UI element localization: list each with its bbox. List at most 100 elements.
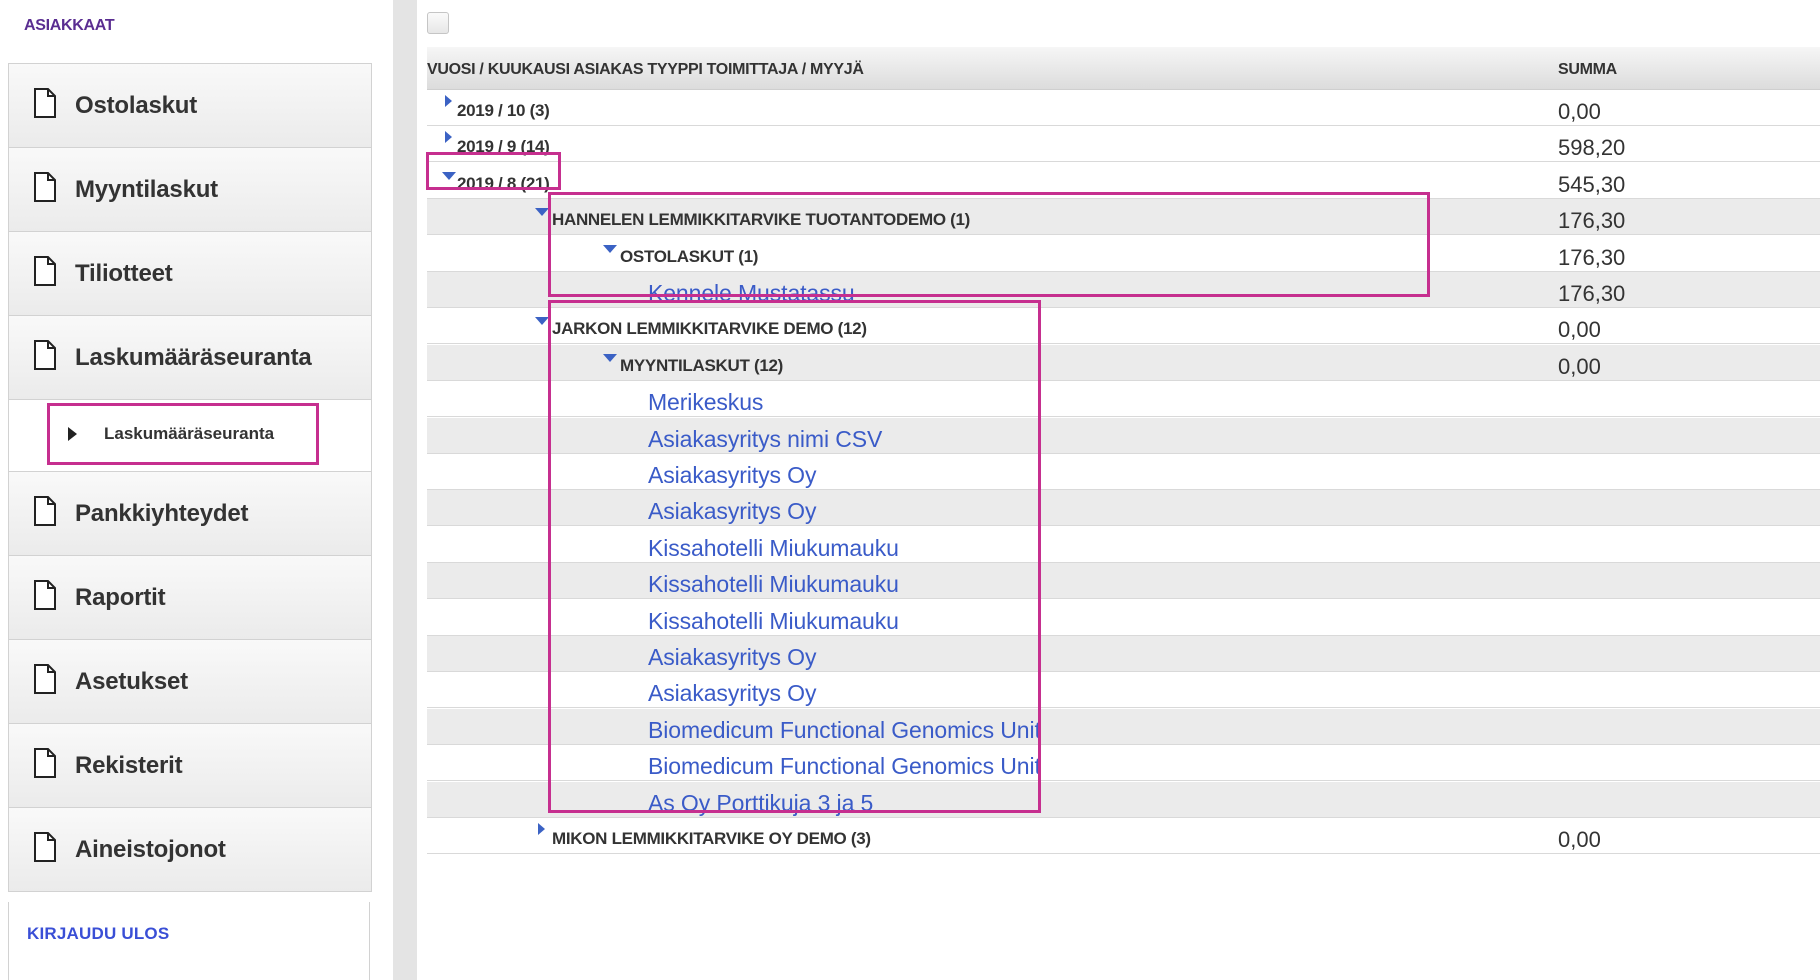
- sidebar-item-tiliotteet[interactable]: Tiliotteet: [9, 232, 371, 316]
- expanded-triangle-icon[interactable]: [603, 352, 619, 368]
- row-sum: 0,00: [1558, 354, 1601, 379]
- row-sum: 545,30: [1558, 172, 1626, 197]
- document-icon: [33, 340, 75, 375]
- sidebar-item-pankkiyhteydet[interactable]: Pankkiyhteydet: [9, 472, 371, 556]
- tree-row-invoice: Merikeskus: [427, 381, 1820, 417]
- column-header-sum[interactable]: SUMMA: [1558, 61, 1617, 79]
- sidebar-item-asetukset[interactable]: Asetukset: [9, 640, 371, 724]
- invoice-party-link[interactable]: Kissahotelli Miukumauku: [648, 571, 899, 598]
- toolbar-checkbox[interactable]: [427, 12, 449, 34]
- tree-node-label[interactable]: 2019 / 8 (21): [457, 174, 550, 194]
- document-icon: [33, 832, 75, 867]
- sidebar-subitem-label: Laskumääräseuranta: [104, 424, 275, 443]
- tree-node-label[interactable]: OSTOLASKUT (1): [620, 247, 758, 267]
- sidebar-item-label: Laskumääräseuranta: [75, 343, 312, 371]
- sidebar-item-label: Myyntilaskut: [75, 175, 218, 203]
- document-icon: [33, 496, 75, 531]
- logout-link[interactable]: KIRJAUDU ULOS: [27, 924, 169, 944]
- sidebar-item-laskumaaraseuranta[interactable]: Laskumääräseuranta: [9, 316, 371, 400]
- row-sum: 0,00: [1558, 827, 1601, 852]
- sidebar-menu: Ostolaskut Myyntilaskut Tiliotteet Laskumää…: [8, 63, 372, 892]
- table-header: VUOSI / KUUKAUSI ASIAKAS TYYPPI TOIMITTA…: [427, 47, 1820, 90]
- invoice-party-link[interactable]: As Oy Porttikuja 3 ja 5: [648, 790, 873, 817]
- expanded-triangle-icon[interactable]: [535, 315, 551, 331]
- sidebar-item-ostolaskut[interactable]: Ostolaskut: [9, 64, 371, 148]
- tree-row-group: HANNELEN LEMMIKKITARVIKE TUOTANTODEMO (1…: [427, 199, 1820, 235]
- sidebar-item-label: Raportit: [75, 583, 166, 611]
- document-icon: [33, 256, 75, 291]
- tree-node-label[interactable]: 2019 / 9 (14): [457, 137, 550, 157]
- row-sum: 0,00: [1558, 317, 1601, 342]
- tree-row-invoice: Asiakasyritys Oy: [427, 490, 1820, 526]
- tree-node-label[interactable]: MIKON LEMMIKKITARVIKE OY DEMO (3): [552, 829, 871, 849]
- invoice-party-link[interactable]: Kissahotelli Miukumauku: [648, 608, 899, 635]
- sidebar-subitem-laskumaaraseuranta[interactable]: Laskumääräseuranta: [47, 403, 319, 465]
- sidebar-item-aineistojonot[interactable]: Aineistojonot: [9, 808, 371, 892]
- tree-row-invoice: Biomedicum Functional Genomics Unit: [427, 709, 1820, 745]
- tree-row-group: MIKON LEMMIKKITARVIKE OY DEMO (3) 0,00: [427, 818, 1820, 854]
- collapsed-triangle-icon[interactable]: [535, 823, 551, 839]
- invoice-party-link[interactable]: Asiakasyritys Oy: [648, 644, 816, 671]
- tree-row-group: 2019 / 9 (14) 598,20: [427, 126, 1820, 162]
- sidebar-item-label: Ostolaskut: [75, 91, 198, 119]
- sidebar-title: ASIAKKAAT: [24, 17, 115, 34]
- expanded-triangle-icon[interactable]: [442, 170, 458, 186]
- invoice-party-link[interactable]: Biomedicum Functional Genomics Unit: [648, 717, 1041, 744]
- invoice-party-link[interactable]: Merikeskus: [648, 389, 763, 416]
- tree-row-invoice: Kennele Mustatassu 176,30: [427, 272, 1820, 308]
- row-sum: 598,20: [1558, 135, 1626, 160]
- tree-row-invoice: Asiakasyritys Oy: [427, 672, 1820, 708]
- sidebar-item-rekisterit[interactable]: Rekisterit: [9, 724, 371, 808]
- invoice-party-link[interactable]: Asiakasyritys nimi CSV: [648, 426, 882, 453]
- tree-row-invoice: Asiakasyritys Oy: [427, 454, 1820, 490]
- tree-row-invoice: Kissahotelli Miukumauku: [427, 527, 1820, 563]
- collapsed-triangle-icon[interactable]: [442, 131, 458, 147]
- tree-row-group: 2019 / 10 (3) 0,00: [427, 90, 1820, 126]
- tree-node-label[interactable]: 2019 / 10 (3): [457, 101, 550, 121]
- document-icon: [33, 748, 75, 783]
- sidebar-item-label: Rekisterit: [75, 751, 183, 779]
- column-header-name[interactable]: VUOSI / KUUKAUSI ASIAKAS TYYPPI TOIMITTA…: [427, 61, 864, 79]
- collapsed-triangle-icon[interactable]: [442, 95, 458, 111]
- report-panel: VUOSI / KUUKAUSI ASIAKAS TYYPPI TOIMITTA…: [426, 0, 1820, 980]
- row-sum: 0,00: [1558, 99, 1601, 124]
- invoice-party-link[interactable]: Asiakasyritys Oy: [648, 462, 816, 489]
- tree-row-invoice: Asiakasyritys nimi CSV: [427, 418, 1820, 454]
- tree-row-invoice: As Oy Porttikuja 3 ja 5: [427, 782, 1820, 818]
- expanded-triangle-icon[interactable]: [603, 243, 619, 259]
- tree-row-group: OSTOLASKUT (1) 176,30: [427, 236, 1820, 272]
- sidebar-item-label: Asetukset: [75, 667, 188, 695]
- document-icon: [33, 172, 75, 207]
- tree-row-invoice: Biomedicum Functional Genomics Unit: [427, 745, 1820, 781]
- row-sum: 176,30: [1558, 245, 1626, 270]
- sidebar-divider: [393, 0, 417, 980]
- tree-node-label[interactable]: MYYNTILASKUT (12): [620, 356, 783, 376]
- tree-row-group: 2019 / 8 (21) 545,30: [427, 163, 1820, 199]
- document-icon: [33, 88, 75, 123]
- sidebar-item-label: Tiliotteet: [75, 259, 173, 287]
- document-icon: [33, 664, 75, 699]
- tree-row-group: JARKON LEMMIKKITARVIKE DEMO (12) 0,00: [427, 308, 1820, 344]
- sidebar-item-label: Aineistojonot: [75, 835, 226, 863]
- sidebar-item-myyntilaskut[interactable]: Myyntilaskut: [9, 148, 371, 232]
- tree-row-invoice: Kissahotelli Miukumauku: [427, 600, 1820, 636]
- row-sum: 176,30: [1558, 281, 1626, 306]
- sidebar-item-raportit[interactable]: Raportit: [9, 556, 371, 640]
- tree-row-invoice: Kissahotelli Miukumauku: [427, 563, 1820, 599]
- tree-node-label[interactable]: JARKON LEMMIKKITARVIKE DEMO (12): [552, 319, 867, 339]
- document-icon: [33, 580, 75, 615]
- invoice-party-link[interactable]: Asiakasyritys Oy: [648, 498, 816, 525]
- sidebar-submenu: Laskumääräseuranta: [9, 400, 371, 472]
- row-sum: 176,30: [1558, 208, 1626, 233]
- tree-row-invoice: Asiakasyritys Oy: [427, 636, 1820, 672]
- triangle-right-icon: [68, 427, 77, 441]
- invoice-party-link[interactable]: Kennele Mustatassu: [648, 280, 855, 307]
- tree-node-label[interactable]: HANNELEN LEMMIKKITARVIKE TUOTANTODEMO (1…: [552, 210, 970, 230]
- tree-row-group: MYYNTILASKUT (12) 0,00: [427, 345, 1820, 381]
- sidebar: ASIAKKAAT Ostolaskut Myyntilaskut Tiliotte…: [0, 0, 372, 980]
- invoice-party-link[interactable]: Kissahotelli Miukumauku: [648, 535, 899, 562]
- expanded-triangle-icon[interactable]: [535, 206, 551, 222]
- invoice-party-link[interactable]: Biomedicum Functional Genomics Unit: [648, 753, 1041, 780]
- invoice-party-link[interactable]: Asiakasyritys Oy: [648, 680, 816, 707]
- sidebar-item-label: Pankkiyhteydet: [75, 499, 249, 527]
